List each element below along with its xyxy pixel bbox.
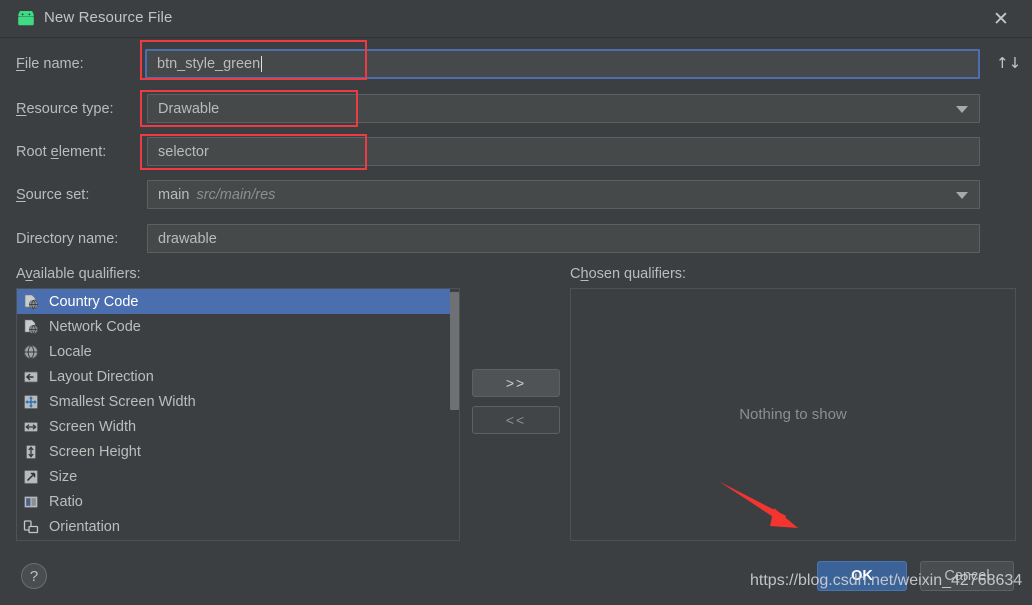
help-button[interactable]: ? xyxy=(21,563,47,589)
qualifier-label: Size xyxy=(49,469,77,485)
source-set-value: main xyxy=(158,187,189,203)
directory-name-input[interactable]: drawable xyxy=(147,224,980,253)
root-element-input[interactable]: selector xyxy=(147,137,980,166)
resource-type-value: Drawable xyxy=(158,101,219,117)
qualifier-list-item[interactable]: Screen Height xyxy=(17,439,459,464)
resize-all-icon xyxy=(23,394,41,410)
qualifier-label: Network Code xyxy=(49,319,141,335)
qualifier-label: Orientation xyxy=(49,519,120,535)
qualifier-list-item[interactable]: Screen Width xyxy=(17,414,459,439)
android-robot-icon xyxy=(16,11,36,27)
source-set-label: Source set: xyxy=(16,187,89,203)
arrow-horizontal-icon xyxy=(23,419,41,435)
file-name-value: btn_style_green xyxy=(157,56,260,72)
qualifier-label: Screen Width xyxy=(49,419,136,435)
chosen-qualifiers-list[interactable]: Nothing to show xyxy=(570,288,1016,541)
qualifier-label: Screen Height xyxy=(49,444,141,460)
available-list-scrollbar-thumb[interactable] xyxy=(450,292,459,410)
qualifier-list-item[interactable]: Country Code xyxy=(17,289,459,314)
orientation-icon xyxy=(23,519,41,535)
diagonal-arrow-icon xyxy=(23,469,41,485)
ratio-icon xyxy=(23,494,41,510)
file-name-label: File name: xyxy=(16,56,84,72)
qualifier-label: Locale xyxy=(49,344,92,360)
qualifier-label: Smallest Screen Width xyxy=(49,394,196,410)
root-element-value: selector xyxy=(158,144,209,160)
source-set-combobox[interactable]: main src/main/res xyxy=(147,180,980,209)
chevron-down-icon xyxy=(956,192,968,199)
available-qualifiers-label: Available qualifiers: xyxy=(16,266,141,282)
qualifier-list-item[interactable]: Orientation xyxy=(17,514,459,539)
dialog-title: New Resource File xyxy=(44,9,172,26)
directory-name-value: drawable xyxy=(158,231,217,247)
available-qualifiers-list[interactable]: Country Code Network Code Locale Layout Dir… xyxy=(16,288,460,541)
country-code-icon xyxy=(23,294,41,310)
qualifier-list-item[interactable]: Layout Direction xyxy=(17,364,459,389)
network-code-icon xyxy=(23,319,41,335)
remove-qualifier-button[interactable]: << xyxy=(472,406,560,434)
qualifier-list-item[interactable]: Network Code xyxy=(17,314,459,339)
root-element-label: Root element: xyxy=(16,144,106,160)
directory-name-label: Directory name: xyxy=(16,231,118,247)
source-set-path: src/main/res xyxy=(196,187,275,203)
chosen-qualifiers-label: Chosen qualifiers: xyxy=(570,266,686,282)
close-icon[interactable]: ✕ xyxy=(991,9,1011,29)
add-qualifier-button[interactable]: >> xyxy=(472,369,560,397)
qualifier-list-item[interactable]: Locale xyxy=(17,339,459,364)
chevron-down-icon xyxy=(956,106,968,113)
file-name-input[interactable]: btn_style_green xyxy=(145,49,980,79)
qualifier-list-item[interactable]: Size xyxy=(17,464,459,489)
qualifier-label: Ratio xyxy=(49,494,83,510)
sort-toggle-icon[interactable]: ↑↓ xyxy=(996,52,1018,74)
empty-state-text: Nothing to show xyxy=(739,406,847,423)
resource-type-label: Resource type: xyxy=(16,101,114,117)
globe-icon xyxy=(23,344,41,360)
qualifier-label: Country Code xyxy=(49,294,138,310)
watermark-text: https://blog.csdn.net/weixin_42768634 xyxy=(750,572,1022,590)
qualifier-label: Layout Direction xyxy=(49,369,154,385)
new-resource-file-dialog: New Resource File ✕ File name: btn_style… xyxy=(0,0,1032,605)
qualifier-list-item[interactable]: Ratio xyxy=(17,489,459,514)
arrow-left-icon xyxy=(23,369,41,385)
dialog-titlebar: New Resource File ✕ xyxy=(0,0,1032,38)
resource-type-combobox[interactable]: Drawable xyxy=(147,94,980,123)
qualifier-list-item[interactable]: Smallest Screen Width xyxy=(17,389,459,414)
text-caret xyxy=(261,56,262,72)
arrow-vertical-icon xyxy=(23,444,41,460)
